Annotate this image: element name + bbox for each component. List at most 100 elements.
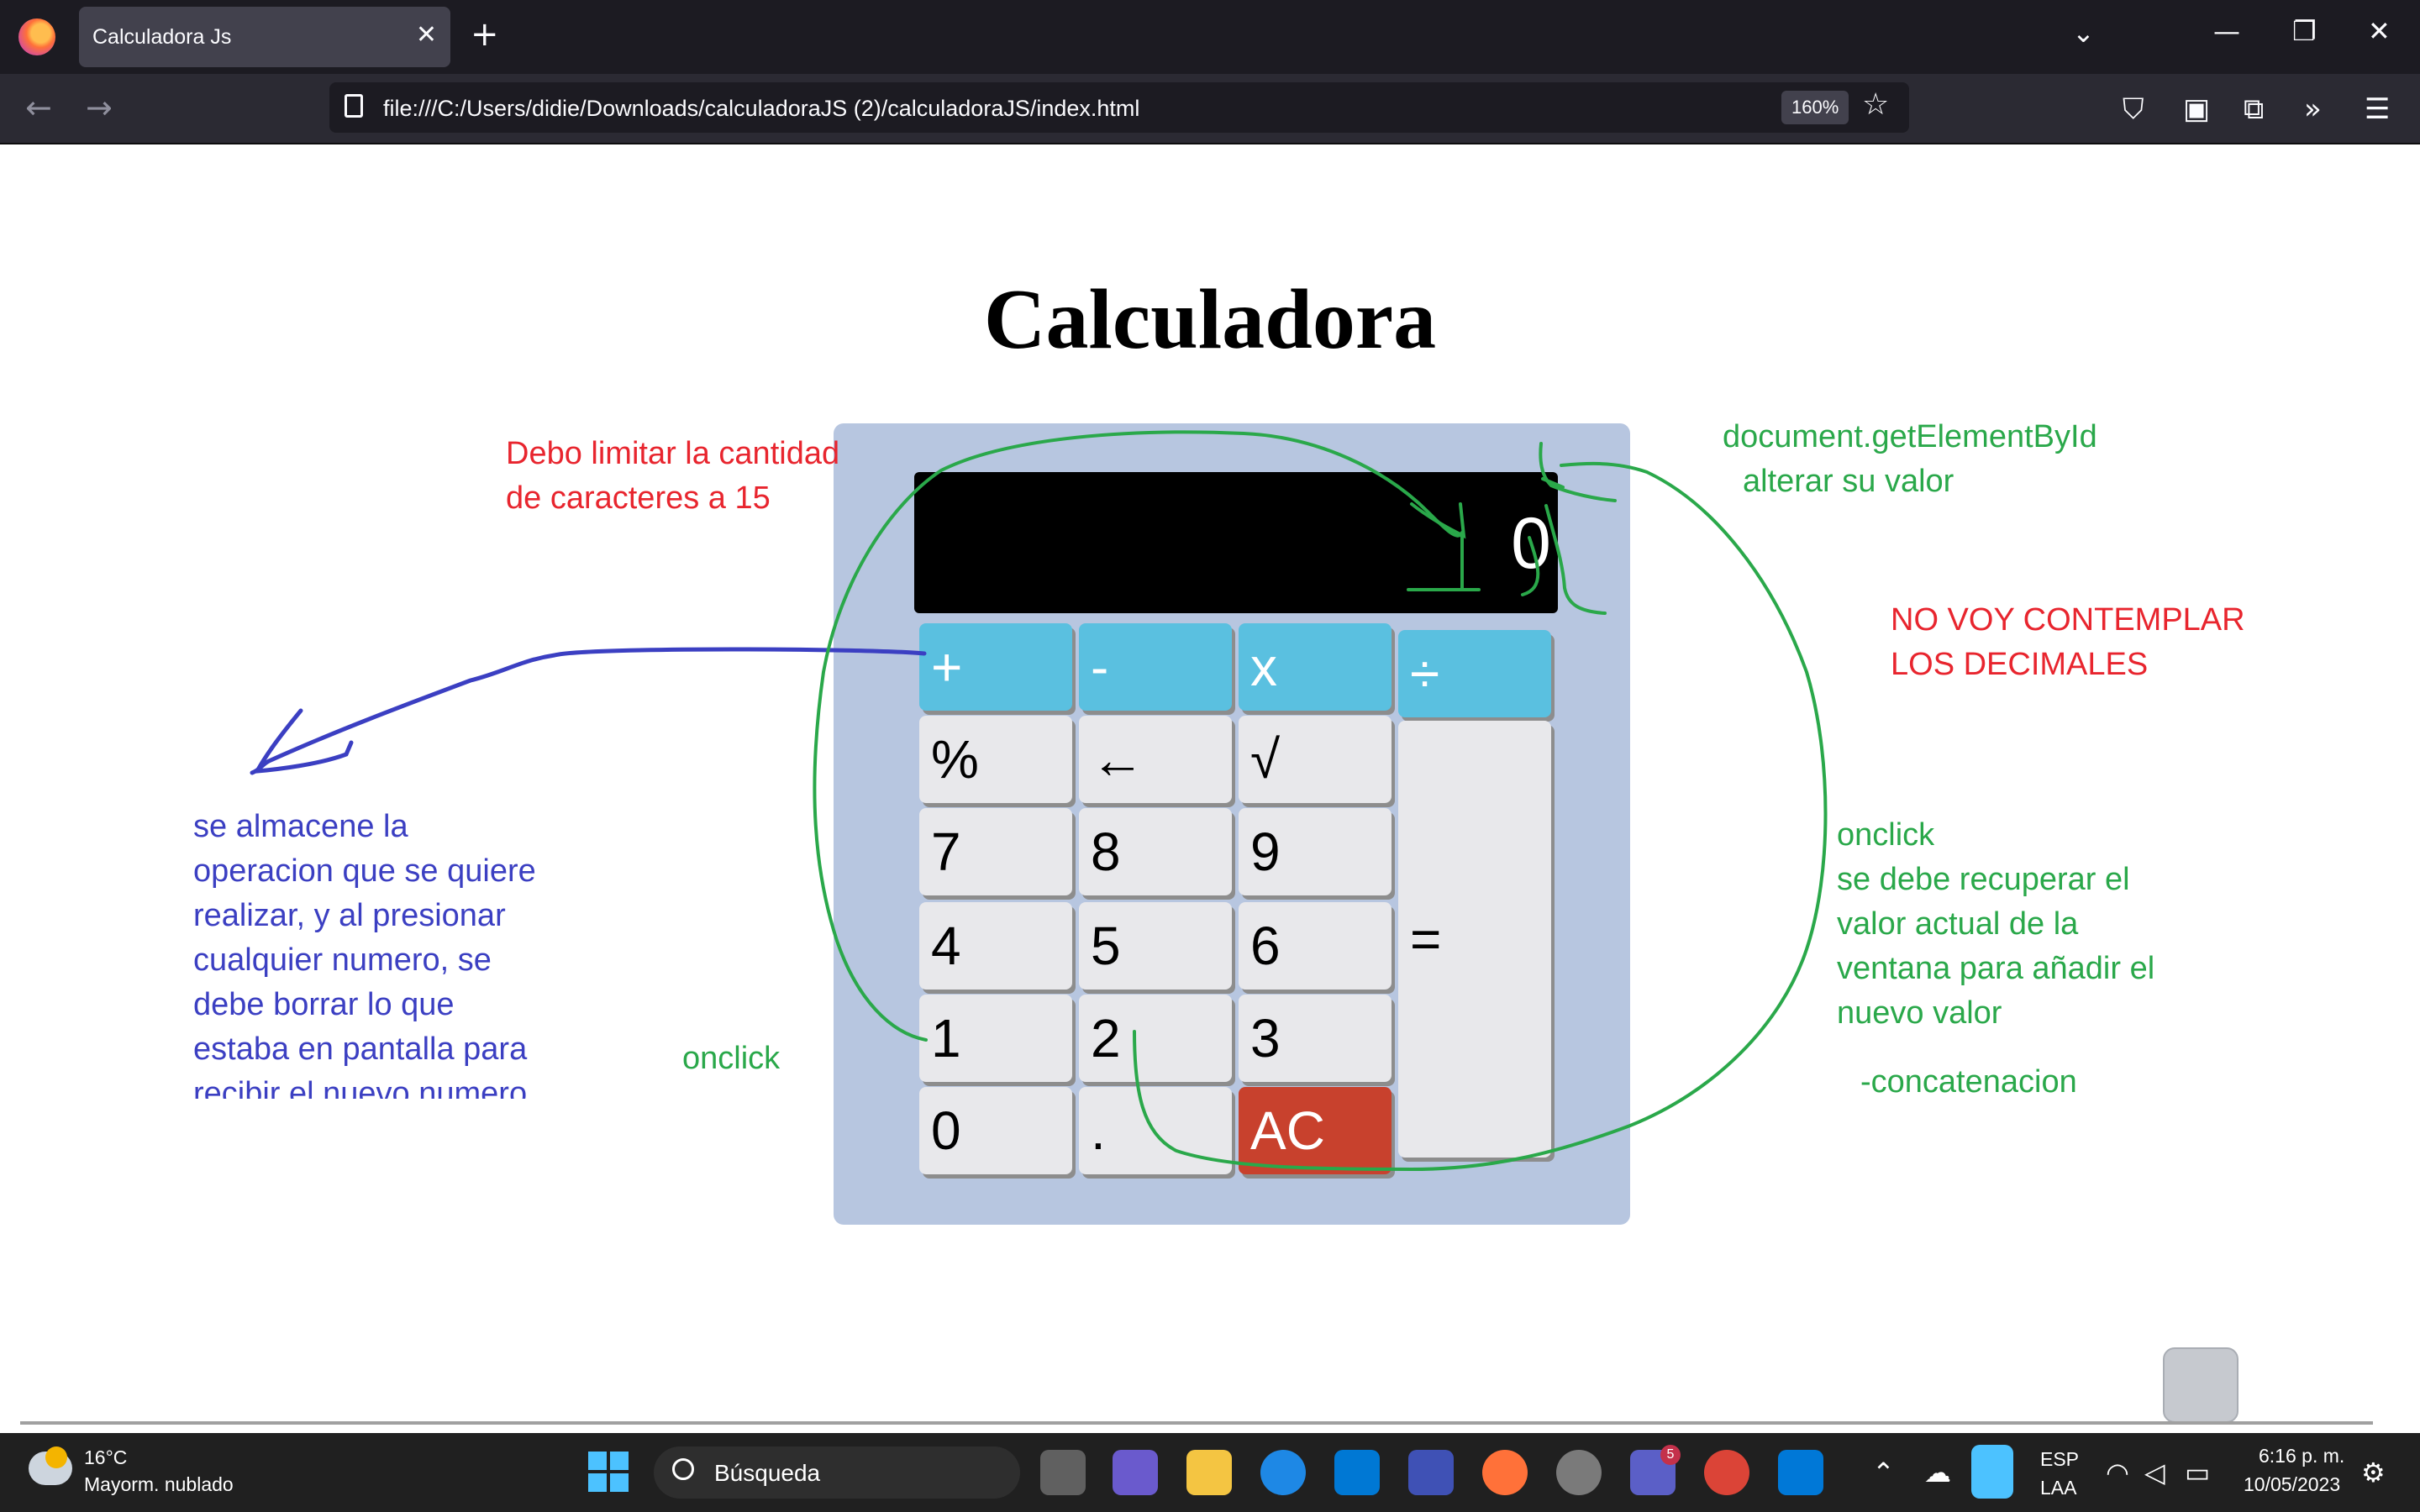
clock-time[interactable]: 6:16 p. m. xyxy=(2259,1445,2344,1467)
note-onclick-left: onclick xyxy=(682,1041,781,1076)
note-line: estaba en pantalla para xyxy=(193,1032,528,1067)
page-icon xyxy=(345,94,363,118)
equals-button[interactable]: = xyxy=(1398,721,1551,1158)
percent-button[interactable]: % xyxy=(919,716,1072,803)
note-line: de caracteres a 15 xyxy=(506,480,771,516)
back-icon[interactable]: ← xyxy=(25,89,52,126)
note-line: alterar su valor xyxy=(1743,464,1954,499)
url-bar[interactable]: file:///C:/Users/didie/Downloads/calcula… xyxy=(329,82,1909,133)
language-code[interactable]: ESP xyxy=(2040,1448,2079,1471)
forward-icon[interactable]: → xyxy=(86,89,113,126)
blue-arrow-stroke xyxy=(250,647,927,775)
minus-button[interactable]: - xyxy=(1079,623,1232,711)
extensions-icon[interactable]: ⧉ xyxy=(2244,92,2264,126)
extension-box-icon[interactable]: ▣ xyxy=(2183,92,2210,126)
note-line: se debe recuperar el xyxy=(1837,862,2130,897)
calculator-display: 0 xyxy=(914,472,1558,613)
edge-icon[interactable] xyxy=(1260,1450,1306,1495)
search-icon xyxy=(672,1458,694,1480)
close-icon[interactable]: ✕ xyxy=(416,20,437,50)
taskbar: 16°C Mayorm. nublado Búsqueda 5 ⌃ ☁ ESP … xyxy=(0,1433,2420,1512)
decimal-button[interactable]: . xyxy=(1079,1087,1232,1174)
chrome-icon[interactable] xyxy=(1704,1450,1749,1495)
url-text[interactable]: file:///C:/Users/didie/Downloads/calcula… xyxy=(383,96,1139,122)
vscode-icon[interactable] xyxy=(1778,1450,1823,1495)
microphone-icon[interactable] xyxy=(1971,1445,2013,1499)
note-line: cualquier numero, se xyxy=(193,942,492,978)
three-button[interactable]: 3 xyxy=(1239,995,1392,1082)
four-button[interactable]: 4 xyxy=(919,902,1072,990)
menu-icon[interactable]: ☰ xyxy=(2365,92,2390,126)
notification-badge: 5 xyxy=(1660,1445,1681,1465)
chevron-up-icon[interactable]: ⌃ xyxy=(1872,1457,1895,1488)
firefox-icon[interactable] xyxy=(18,18,55,55)
plus-button[interactable]: + xyxy=(919,623,1072,711)
seven-button[interactable]: 7 xyxy=(919,808,1072,895)
note-line: debe borrar lo que xyxy=(193,987,455,1022)
notifications-icon[interactable]: ⚙ xyxy=(2361,1457,2386,1488)
clear-button[interactable]: AC xyxy=(1239,1087,1392,1174)
battery-icon[interactable]: ▭ xyxy=(2185,1457,2210,1488)
bookmark-star-icon[interactable]: ☆ xyxy=(1862,87,1889,122)
chat-icon[interactable] xyxy=(1113,1450,1158,1495)
firefox-taskbar-icon[interactable] xyxy=(1482,1450,1528,1495)
weather-description[interactable]: Mayorm. nublado xyxy=(84,1473,234,1496)
note-no-decimals: NO VOY CONTEMPLAR LOS DECIMALES xyxy=(1891,598,2245,687)
multiply-button[interactable]: x xyxy=(1239,623,1392,711)
new-tab-icon[interactable]: + xyxy=(471,15,499,54)
store-icon[interactable] xyxy=(1334,1450,1380,1495)
note-line: document.getElementById xyxy=(1723,419,2097,454)
overflow-icon[interactable]: » xyxy=(2304,92,2322,126)
note-line: valor actual de la xyxy=(1837,906,2079,942)
page-title: Calculadora xyxy=(983,272,1437,367)
taskbar-search[interactable]: Búsqueda xyxy=(654,1446,1020,1499)
one-button[interactable]: 1 xyxy=(919,995,1072,1082)
tab-bar: Calculadora Js ✕ + ⌄ — ❐ ✕ xyxy=(0,0,2420,74)
wifi-icon[interactable]: ◠ xyxy=(2106,1457,2129,1488)
note-line: NO VOY CONTEMPLAR xyxy=(1891,602,2245,638)
sqrt-button[interactable]: √ xyxy=(1239,716,1392,803)
zero-button[interactable]: 0 xyxy=(919,1087,1072,1174)
note-line: operacion que se quiere xyxy=(193,853,536,889)
note-concatenation: -concatenacion xyxy=(1860,1064,2077,1100)
note-line: LOS DECIMALES xyxy=(1891,647,2149,682)
eight-button[interactable]: 8 xyxy=(1079,808,1232,895)
snipping-tool-icon[interactable] xyxy=(2163,1347,2238,1423)
task-view-icon[interactable] xyxy=(1040,1450,1086,1495)
zoom-indicator[interactable]: 160% xyxy=(1781,91,1849,124)
note-line: realizar, y al presionar xyxy=(193,898,506,933)
backspace-button[interactable]: ← xyxy=(1079,716,1232,803)
onedrive-icon[interactable]: ☁ xyxy=(1924,1457,1951,1488)
tab-title: Calculadora Js xyxy=(92,25,232,49)
restore-icon[interactable]: ❐ xyxy=(2292,15,2317,47)
keyboard-layout[interactable]: LAA xyxy=(2040,1477,2076,1499)
volume-icon[interactable]: ◁ xyxy=(2144,1457,2165,1488)
six-button[interactable]: 6 xyxy=(1239,902,1392,990)
minimize-icon[interactable]: — xyxy=(2213,15,2240,47)
search-placeholder: Búsqueda xyxy=(714,1460,821,1486)
note-line: se almacene la xyxy=(193,809,408,844)
settings-gear-icon[interactable] xyxy=(1556,1450,1602,1495)
clock-date[interactable]: 10/05/2023 xyxy=(2244,1473,2340,1496)
app-icon[interactable] xyxy=(1408,1450,1454,1495)
note-getelementbyid: document.getElementById alterar su valor xyxy=(1723,415,2097,504)
note-character-limit: Debo limitar la cantidad de caracteres a… xyxy=(506,432,839,521)
weather-temperature[interactable]: 16°C xyxy=(84,1446,127,1469)
note-text: se almacene la operacion que se quiere r… xyxy=(193,805,536,1099)
browser-tab[interactable]: Calculadora Js ✕ xyxy=(79,7,450,67)
five-button[interactable]: 5 xyxy=(1079,902,1232,990)
chevron-down-icon[interactable]: ⌄ xyxy=(2072,17,2095,49)
note-line: Debo limitar la cantidad xyxy=(506,436,840,471)
two-button[interactable]: 2 xyxy=(1079,995,1232,1082)
note-line: nuevo valor xyxy=(1837,995,2002,1031)
windows-start-icon[interactable] xyxy=(588,1452,629,1492)
calculator: 0 + - x ÷ % ← √ = 7 8 9 4 5 6 1 2 3 0 . … xyxy=(834,423,1630,1225)
divide-button[interactable]: ÷ xyxy=(1398,630,1551,717)
note-store-operation: se almacene la operacion que se quiere r… xyxy=(193,805,580,1099)
file-explorer-icon[interactable] xyxy=(1186,1450,1232,1495)
nine-button[interactable]: 9 xyxy=(1239,808,1392,895)
teams-icon[interactable]: 5 xyxy=(1630,1445,1681,1495)
navigation-bar: ← → file:///C:/Users/didie/Downloads/cal… xyxy=(0,74,2420,144)
pocket-icon[interactable]: ⛉ xyxy=(2123,92,2144,126)
window-close-icon[interactable]: ✕ xyxy=(2368,15,2391,47)
